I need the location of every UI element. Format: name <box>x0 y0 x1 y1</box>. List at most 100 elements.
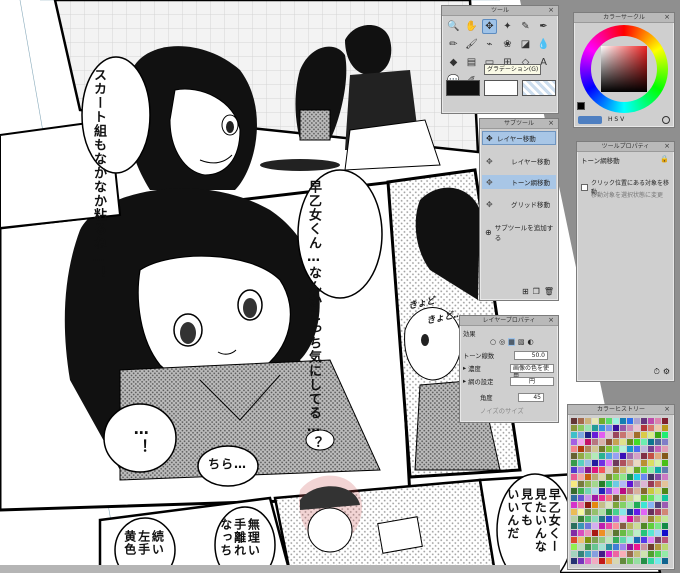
color-history-swatch[interactable] <box>648 495 655 502</box>
color-history-swatch[interactable] <box>634 523 641 530</box>
color-history-swatch[interactable] <box>662 460 669 467</box>
color-history-swatch[interactable] <box>571 439 578 446</box>
color-history-swatch[interactable] <box>620 558 627 565</box>
blend-icon[interactable]: 💧 <box>536 37 551 52</box>
color-history-swatch[interactable] <box>592 474 599 481</box>
color-history-swatch[interactable] <box>648 453 655 460</box>
color-history-swatch[interactable] <box>648 432 655 439</box>
color-history-swatch[interactable] <box>606 418 613 425</box>
close-icon[interactable]: × <box>547 120 555 127</box>
color-history-swatch[interactable] <box>599 495 606 502</box>
color-history-swatch[interactable] <box>634 467 641 474</box>
color-history-swatch[interactable] <box>599 523 606 530</box>
color-history-swatch[interactable] <box>662 467 669 474</box>
color-history-swatch[interactable] <box>592 537 599 544</box>
color-history-swatch[interactable] <box>662 544 669 551</box>
add-icon[interactable]: ⊞ <box>522 287 529 296</box>
color-history-swatch[interactable] <box>585 495 592 502</box>
color-history-swatch[interactable] <box>662 481 669 488</box>
color-history-swatch[interactable] <box>571 474 578 481</box>
color-history-swatch[interactable] <box>585 551 592 558</box>
color-history-swatch[interactable] <box>648 544 655 551</box>
color-wheel-titlebar[interactable]: カラーサークル × <box>574 13 674 23</box>
colorhist-titlebar[interactable]: カラーヒストリー × <box>568 405 674 415</box>
color-history-swatch[interactable] <box>578 530 585 537</box>
color-history-swatch[interactable] <box>613 530 620 537</box>
color-history-swatch[interactable] <box>578 488 585 495</box>
color-history-swatch[interactable] <box>641 509 648 516</box>
color-history-swatch[interactable] <box>655 523 662 530</box>
angle-input[interactable]: 45 <box>518 393 544 402</box>
transparent-color-swatch[interactable] <box>522 80 556 96</box>
color-history-swatch[interactable] <box>641 537 648 544</box>
color-history-swatch[interactable] <box>634 502 641 509</box>
color-history-swatch[interactable] <box>641 516 648 523</box>
color-history-swatch[interactable] <box>641 530 648 537</box>
color-history-swatch[interactable] <box>648 509 655 516</box>
color-history-swatch[interactable] <box>620 495 627 502</box>
close-icon[interactable]: × <box>663 143 671 150</box>
color-history-swatch[interactable] <box>655 439 662 446</box>
color-history-swatch[interactable] <box>627 488 634 495</box>
color-history-swatch[interactable] <box>648 516 655 523</box>
color-history-swatch[interactable] <box>571 460 578 467</box>
color-history-swatch[interactable] <box>655 530 662 537</box>
color-history-swatch[interactable] <box>641 432 648 439</box>
hsv-toggle[interactable] <box>578 116 602 124</box>
color-history-swatch[interactable] <box>599 439 606 446</box>
ring-effect-icon[interactable]: ◎ <box>499 338 505 346</box>
settings-icon[interactable]: ⚙ <box>663 367 670 377</box>
color-history-swatch[interactable] <box>620 537 627 544</box>
color-history-swatch[interactable] <box>627 544 634 551</box>
color-history-swatch[interactable] <box>606 425 613 432</box>
pencil-icon[interactable]: ✏ <box>446 37 461 52</box>
color-history-swatch[interactable] <box>634 537 641 544</box>
color-history-swatch[interactable] <box>578 509 585 516</box>
color-history-swatch[interactable] <box>592 432 599 439</box>
color-history-swatch[interactable] <box>599 460 606 467</box>
color-history-swatch[interactable] <box>662 551 669 558</box>
color-history-swatch[interactable] <box>606 537 613 544</box>
color-history-swatch[interactable] <box>571 537 578 544</box>
color-history-swatch[interactable] <box>648 537 655 544</box>
color-history-swatch[interactable] <box>634 530 641 537</box>
color-history-swatch[interactable] <box>641 460 648 467</box>
subtool-item-layer-move[interactable]: ✥ レイヤー移動 <box>482 154 556 168</box>
color-history-swatch[interactable] <box>662 418 669 425</box>
color-history-swatch[interactable] <box>578 551 585 558</box>
color-history-swatch[interactable] <box>634 474 641 481</box>
copy-icon[interactable]: ❐ <box>533 287 540 296</box>
color-history-swatch[interactable] <box>613 495 620 502</box>
color-history-swatch[interactable] <box>592 488 599 495</box>
color-history-swatch[interactable] <box>592 425 599 432</box>
clock-icon[interactable]: ⏱ <box>654 367 660 377</box>
color-history-swatch[interactable] <box>599 453 606 460</box>
color-history-swatch[interactable] <box>599 509 606 516</box>
color-history-swatch[interactable] <box>627 530 634 537</box>
color-history-swatch[interactable] <box>613 453 620 460</box>
color-history-swatch[interactable] <box>655 474 662 481</box>
color-history-swatch[interactable] <box>599 551 606 558</box>
color-history-swatch[interactable] <box>620 453 627 460</box>
color-history-swatch[interactable] <box>578 481 585 488</box>
color-history-swatch[interactable] <box>571 467 578 474</box>
color-history-swatch[interactable] <box>571 495 578 502</box>
move-target-option[interactable]: 移動対象を選択状態に変更 <box>591 190 663 199</box>
color-history-swatch[interactable] <box>634 432 641 439</box>
color-history-swatch[interactable] <box>662 523 669 530</box>
close-icon[interactable]: × <box>663 14 671 21</box>
color-history-swatch[interactable] <box>641 474 648 481</box>
color-history-swatch[interactable] <box>662 446 669 453</box>
magic-wand-icon[interactable]: ✦ <box>500 19 515 34</box>
color-history-swatch[interactable] <box>627 439 634 446</box>
color-history-swatch[interactable] <box>578 495 585 502</box>
color-history-swatch[interactable] <box>655 495 662 502</box>
color-history-swatch[interactable] <box>592 558 599 565</box>
color-history-swatch[interactable] <box>578 502 585 509</box>
color-history-swatch[interactable] <box>585 474 592 481</box>
color-history-swatch[interactable] <box>634 439 641 446</box>
color-history-swatch[interactable] <box>634 453 641 460</box>
color-history-swatch[interactable] <box>599 558 606 565</box>
color-history-swatch[interactable] <box>648 460 655 467</box>
color-history-swatch[interactable] <box>648 474 655 481</box>
